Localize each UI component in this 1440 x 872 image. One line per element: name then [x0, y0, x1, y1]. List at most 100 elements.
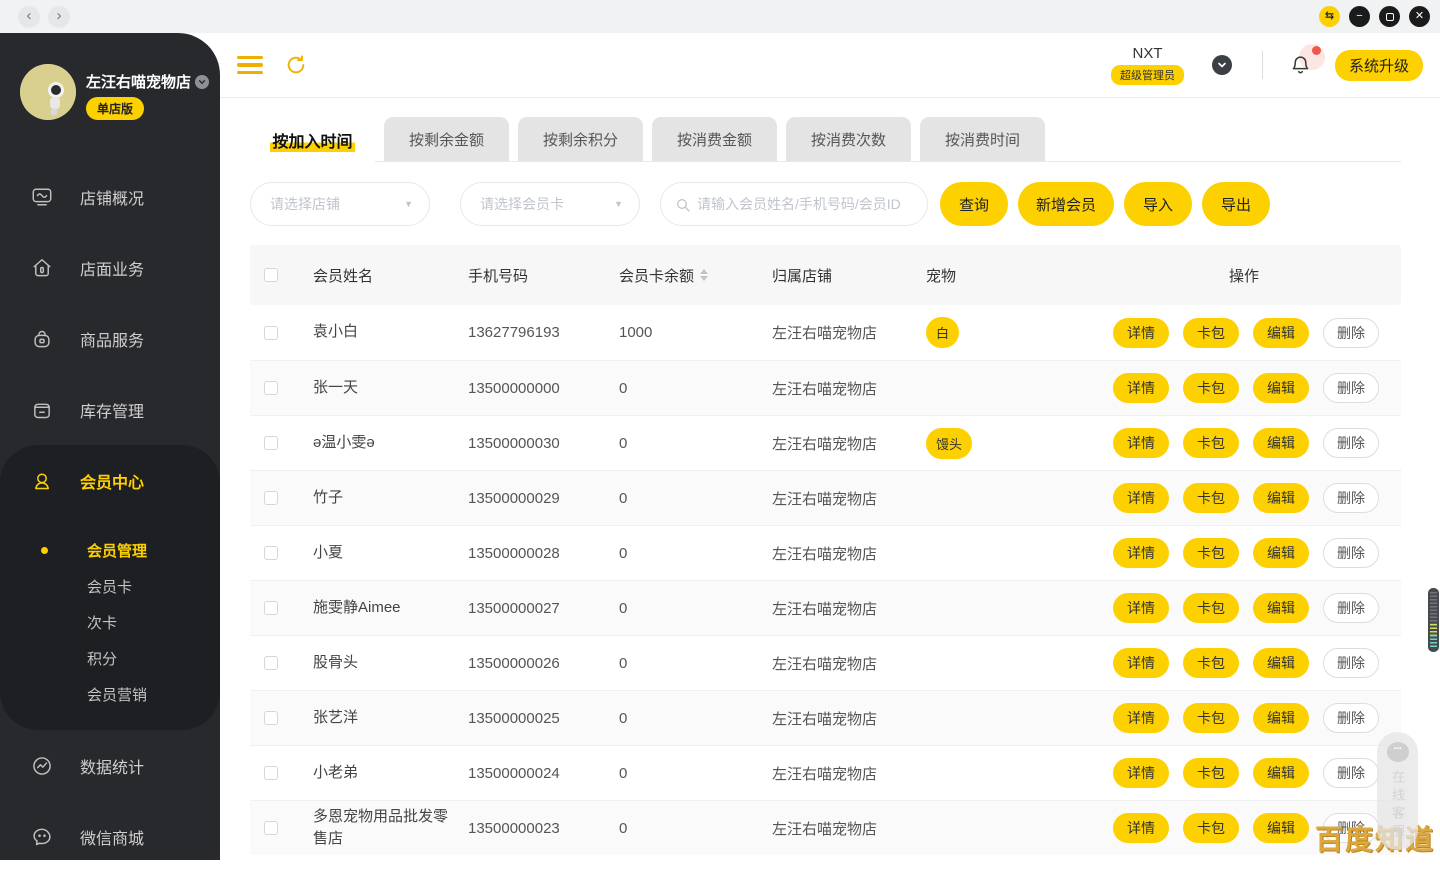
card-pack-button[interactable]: 卡包: [1183, 318, 1239, 348]
nav-back-button[interactable]: ‹: [18, 6, 40, 28]
row-checkbox[interactable]: [264, 711, 278, 725]
card-pack-button[interactable]: 卡包: [1183, 373, 1239, 403]
collapse-menu-icon[interactable]: [237, 56, 263, 75]
sidebar-item-data-stats[interactable]: 数据统计: [0, 730, 220, 801]
edit-button[interactable]: 编辑: [1253, 593, 1309, 623]
card-pack-button[interactable]: 卡包: [1183, 593, 1239, 623]
sort-icon[interactable]: [700, 269, 708, 281]
store-select[interactable]: 请选择店铺 ▼: [250, 182, 430, 226]
card-pack-button[interactable]: 卡包: [1183, 813, 1239, 843]
card-pack-button[interactable]: 卡包: [1183, 703, 1239, 733]
detail-button[interactable]: 详情: [1113, 813, 1169, 843]
window-close-button[interactable]: ✕: [1409, 6, 1430, 27]
query-button[interactable]: 查询: [940, 182, 1008, 226]
detail-button[interactable]: 详情: [1113, 538, 1169, 568]
member-store: 左汪右喵宠物店: [772, 708, 926, 729]
sidebar-item-store-business[interactable]: 店面业务: [0, 232, 220, 303]
detail-button[interactable]: 详情: [1113, 593, 1169, 623]
detail-button[interactable]: 详情: [1113, 428, 1169, 458]
search-input[interactable]: [661, 183, 927, 225]
current-user[interactable]: NXT 超级管理员: [1111, 45, 1184, 85]
detail-button[interactable]: 详情: [1113, 758, 1169, 788]
window-minimize-button[interactable]: −: [1349, 6, 1370, 27]
row-checkbox[interactable]: [264, 821, 278, 835]
window-swap-button[interactable]: ⇆: [1319, 6, 1340, 27]
member-card-select[interactable]: 请选择会员卡 ▼: [460, 182, 640, 226]
nav-forward-button[interactable]: ›: [48, 6, 70, 28]
sidebar-subitem-member-marketing[interactable]: 会员营销: [0, 676, 220, 712]
member-card-select-placeholder: 请选择会员卡: [480, 194, 564, 214]
edit-button[interactable]: 编辑: [1253, 648, 1309, 678]
sidebar-subitem-count-card[interactable]: 次卡: [0, 604, 220, 640]
window-maximize-button[interactable]: [1379, 6, 1400, 27]
store-avatar[interactable]: [20, 64, 76, 120]
user-chevron-down-icon[interactable]: [1212, 55, 1232, 75]
sidebar-subitem-member-card[interactable]: 会员卡: [0, 568, 220, 604]
sidebar-item-wechat-mall[interactable]: 微信商城: [0, 801, 220, 872]
tab-1[interactable]: 按加入时间: [250, 117, 375, 162]
tab-4[interactable]: 按消费金额: [652, 117, 777, 161]
tab-2[interactable]: 按剩余金额: [384, 117, 509, 161]
edit-button[interactable]: 编辑: [1253, 373, 1309, 403]
delete-button[interactable]: 删除: [1323, 318, 1379, 348]
member-store: 左汪右喵宠物店: [772, 433, 926, 454]
add-member-button[interactable]: 新增会员: [1018, 182, 1114, 226]
edit-button[interactable]: 编辑: [1253, 703, 1309, 733]
delete-button[interactable]: 删除: [1323, 593, 1379, 623]
row-checkbox[interactable]: [264, 381, 278, 395]
card-pack-button[interactable]: 卡包: [1183, 483, 1239, 513]
system-upgrade-button[interactable]: 系统升级: [1335, 50, 1423, 81]
sidebar-item-label: 库存管理: [80, 398, 144, 422]
detail-button[interactable]: 详情: [1113, 703, 1169, 733]
store-name-row[interactable]: 左汪右喵宠物店: [86, 71, 209, 92]
tab-3[interactable]: 按剩余积分: [518, 117, 643, 161]
notification-bell-icon[interactable]: [1290, 54, 1311, 76]
row-checkbox[interactable]: [264, 656, 278, 670]
sidebar-item-goods-service[interactable]: 商品服务: [0, 303, 220, 374]
online-service-widget[interactable]: 在线客服: [1377, 732, 1418, 850]
row-checkbox[interactable]: [264, 491, 278, 505]
sidebar-subitem-points[interactable]: 积分: [0, 640, 220, 676]
delete-button[interactable]: 删除: [1323, 373, 1379, 403]
scrollbar-thumb[interactable]: [1428, 588, 1439, 652]
row-checkbox[interactable]: [264, 436, 278, 450]
card-pack-button[interactable]: 卡包: [1183, 758, 1239, 788]
detail-button[interactable]: 详情: [1113, 373, 1169, 403]
card-pack-button[interactable]: 卡包: [1183, 648, 1239, 678]
sidebar-item-member-center[interactable]: 会员中心: [0, 445, 220, 516]
delete-button[interactable]: 删除: [1323, 428, 1379, 458]
export-button[interactable]: 导出: [1202, 182, 1270, 226]
detail-button[interactable]: 详情: [1113, 648, 1169, 678]
online-service-label: 在线客服: [1388, 770, 1407, 842]
detail-button[interactable]: 详情: [1113, 318, 1169, 348]
delete-button[interactable]: 删除: [1323, 538, 1379, 568]
delete-button[interactable]: 删除: [1323, 648, 1379, 678]
row-checkbox[interactable]: [264, 546, 278, 560]
row-checkbox[interactable]: [264, 766, 278, 780]
tab-5[interactable]: 按消费次数: [786, 117, 911, 161]
delete-button[interactable]: 删除: [1323, 758, 1379, 788]
import-button[interactable]: 导入: [1124, 182, 1192, 226]
member-phone: 13500000030: [468, 435, 619, 452]
col-balance[interactable]: 会员卡余额: [619, 265, 772, 286]
edit-button[interactable]: 编辑: [1253, 483, 1309, 513]
detail-button[interactable]: 详情: [1113, 483, 1169, 513]
select-all-checkbox[interactable]: [264, 268, 278, 282]
card-pack-button[interactable]: 卡包: [1183, 538, 1239, 568]
sidebar-subitem-member-manage[interactable]: 会员管理: [0, 532, 220, 568]
edit-button[interactable]: 编辑: [1253, 318, 1309, 348]
sidebar-item-shop-overview[interactable]: 店铺概况: [0, 161, 220, 232]
tab-6[interactable]: 按消费时间: [920, 117, 1045, 161]
row-checkbox[interactable]: [264, 601, 278, 615]
delete-button[interactable]: 删除: [1323, 703, 1379, 733]
sidebar-item-inventory[interactable]: 库存管理: [0, 374, 220, 445]
card-pack-button[interactable]: 卡包: [1183, 428, 1239, 458]
member-search: [660, 182, 928, 226]
delete-button[interactable]: 删除: [1323, 483, 1379, 513]
edit-button[interactable]: 编辑: [1253, 428, 1309, 458]
edit-button[interactable]: 编辑: [1253, 538, 1309, 568]
edit-button[interactable]: 编辑: [1253, 758, 1309, 788]
refresh-icon[interactable]: [285, 54, 307, 76]
row-checkbox[interactable]: [264, 326, 278, 340]
edit-button[interactable]: 编辑: [1253, 813, 1309, 843]
